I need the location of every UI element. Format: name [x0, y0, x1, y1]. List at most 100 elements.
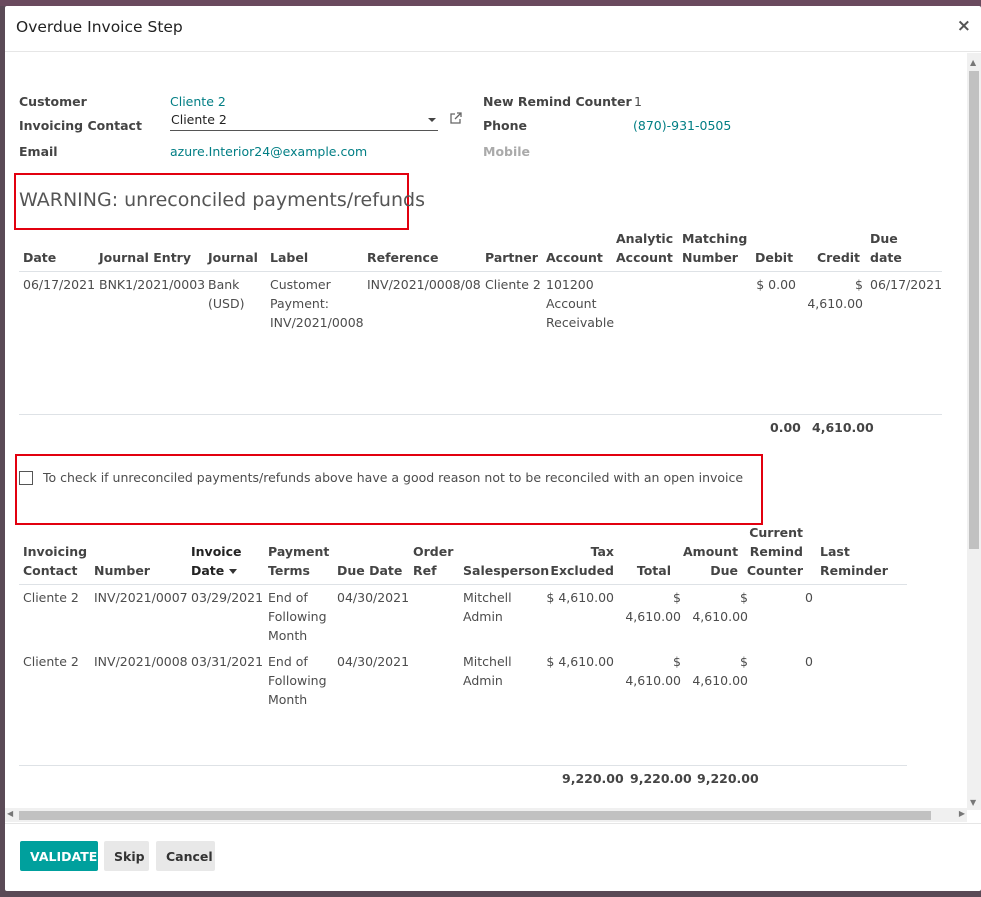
col-tax-line2: Excluded — [550, 563, 614, 578]
col-contact-line2: Contact — [23, 563, 78, 578]
col-due-date[interactable]: Due Date — [337, 561, 402, 580]
col-invdate-line1: Invoice — [191, 544, 242, 559]
cell-number: INV/2021/0008 — [94, 654, 188, 669]
col-total[interactable]: Total — [617, 561, 671, 580]
vertical-scrollbar[interactable]: ▲ ▼ — [967, 53, 981, 810]
scroll-down-icon[interactable]: ▼ — [970, 798, 976, 807]
cell-account-line2: Account — [546, 296, 597, 311]
cell-due-date: 04/30/2021 — [337, 654, 410, 669]
cell-contact: Cliente 2 — [23, 654, 79, 669]
col-due-date[interactable]: Due date — [870, 229, 902, 267]
cell-terms-line1: End of — [268, 590, 308, 605]
col-last-reminder[interactable]: Last Reminder — [820, 542, 888, 580]
invoicing-contact-select[interactable]: Cliente 2 — [170, 110, 438, 131]
col-due-line1: Due — [870, 231, 898, 246]
scroll-right-icon[interactable]: ▶ — [959, 809, 965, 818]
scroll-left-icon[interactable]: ◀ — [7, 809, 13, 818]
col-counter-line3: Counter — [746, 563, 803, 578]
col-date[interactable]: Date — [23, 248, 56, 267]
phone-label: Phone — [483, 118, 528, 133]
col-partner[interactable]: Partner — [485, 248, 538, 267]
horizontal-scrollbar[interactable]: ◀ ▶ — [5, 808, 967, 822]
cell-tax-excluded: $ 4,610.00 — [546, 654, 614, 669]
validate-button[interactable]: VALIDATE — [20, 841, 98, 871]
col-reference[interactable]: Reference — [367, 248, 438, 267]
col-last-line2: Reminder — [820, 563, 888, 578]
mobile-label: Mobile — [483, 144, 531, 159]
col-debit[interactable]: Debit — [755, 248, 793, 267]
cancel-button[interactable]: Cancel — [156, 841, 215, 871]
new-remind-counter-label: New Remind Counter — [483, 94, 632, 109]
vertical-scroll-thumb[interactable] — [969, 71, 979, 549]
invoice-header-divider — [19, 584, 907, 585]
cell-invoice-date: 03/29/2021 — [191, 590, 264, 605]
total-credit: 4,610.00 — [812, 420, 874, 435]
col-label[interactable]: Label — [270, 248, 308, 267]
new-remind-counter-value: 1 — [634, 94, 642, 109]
good-reason-checkbox[interactable] — [19, 471, 33, 485]
col-tax-line1: Tax — [590, 544, 614, 559]
col-account[interactable]: Account — [546, 248, 603, 267]
col-amount-due[interactable]: Amount Due — [683, 542, 738, 580]
invoicing-contact-value: Cliente 2 — [171, 112, 227, 127]
cell-sales-line1: Mitchell — [463, 590, 512, 605]
header-divider — [19, 271, 942, 272]
col-counter-line1: Current — [749, 525, 803, 540]
skip-button[interactable]: Skip — [104, 841, 149, 871]
cell-amount-due: $ 4,610.00 — [692, 590, 748, 624]
col-journal[interactable]: Journal — [208, 248, 258, 267]
col-tax-excluded[interactable]: Tax Excluded — [545, 542, 614, 580]
warning-heading: WARNING: unreconciled payments/refunds — [19, 189, 425, 211]
col-analytic-account[interactable]: Analytic Account — [616, 229, 673, 267]
col-number[interactable]: Number — [94, 561, 150, 580]
col-matching-number[interactable]: Matching Number — [682, 229, 747, 267]
cell-counter: 0 — [805, 590, 813, 605]
cell-account: 101200 Account Receivable — [546, 275, 614, 332]
phone-value[interactable]: (870)-931-0505 — [633, 118, 731, 133]
total-total: 9,220.00 — [630, 771, 692, 786]
cell-amount-due: $ 4,610.00 — [692, 654, 748, 688]
col-order-ref[interactable]: Order Ref — [413, 542, 453, 580]
cell-sales-line1: Mitchell — [463, 654, 512, 669]
col-order-line1: Order — [413, 544, 454, 559]
col-analytic-line2: Account — [616, 250, 673, 265]
cell-due: 06/17/2021 — [870, 277, 943, 292]
total-tax-excluded: 9,220.00 — [562, 771, 624, 786]
cell-due-date: 04/30/2021 — [337, 590, 410, 605]
footer-divider — [19, 414, 942, 415]
cell-salesperson: Mitchell Admin — [463, 652, 512, 690]
cell-label: Customer Payment: INV/2021/0008 — [270, 275, 364, 332]
dialog-header: Overdue Invoice Step × — [5, 6, 981, 52]
col-matching-line2: Number — [682, 250, 738, 265]
customer-link[interactable]: Cliente 2 — [170, 94, 226, 109]
col-analytic-line1: Analytic — [616, 231, 674, 246]
cell-contact: Cliente 2 — [23, 590, 79, 605]
cell-number: INV/2021/0007 — [94, 590, 188, 605]
cell-reference: INV/2021/0008/08 — [367, 277, 481, 292]
chevron-down-icon[interactable] — [428, 118, 436, 122]
col-salesperson[interactable]: Salesperson — [463, 561, 549, 580]
cell-sales-line2: Admin — [463, 673, 503, 688]
close-icon[interactable]: × — [957, 16, 971, 36]
cell-credit: $ 4,610.00 — [807, 277, 863, 311]
cell-terms: End of Following Month — [268, 588, 327, 645]
col-credit[interactable]: Credit — [817, 248, 860, 267]
cell-terms-line3: Month — [268, 692, 308, 707]
col-journal-entry[interactable]: Journal Entry — [99, 248, 191, 267]
cell-sales-line2: Admin — [463, 609, 503, 624]
sort-desc-icon — [229, 569, 238, 574]
cell-partner: Cliente 2 — [485, 277, 541, 292]
col-payment-terms[interactable]: Payment Terms — [268, 542, 329, 580]
col-amount-line2: Due — [710, 563, 738, 578]
horizontal-scroll-thumb[interactable] — [19, 811, 931, 820]
col-invoicing-contact[interactable]: Invoicing Contact — [23, 542, 87, 580]
cell-debit: $ 0.00 — [756, 277, 796, 292]
scroll-up-icon[interactable]: ▲ — [970, 58, 976, 67]
col-current-remind-counter[interactable]: Current Remind Counter — [745, 523, 803, 580]
external-link-icon[interactable] — [449, 111, 463, 125]
cell-terms-line3: Month — [268, 628, 308, 643]
cell-label-line2: Payment: — [270, 296, 329, 311]
col-invoice-date[interactable]: Invoice Date — [191, 542, 241, 580]
cell-total: $ 4,610.00 — [625, 590, 681, 624]
email-value[interactable]: azure.Interior24@example.com — [170, 144, 367, 159]
